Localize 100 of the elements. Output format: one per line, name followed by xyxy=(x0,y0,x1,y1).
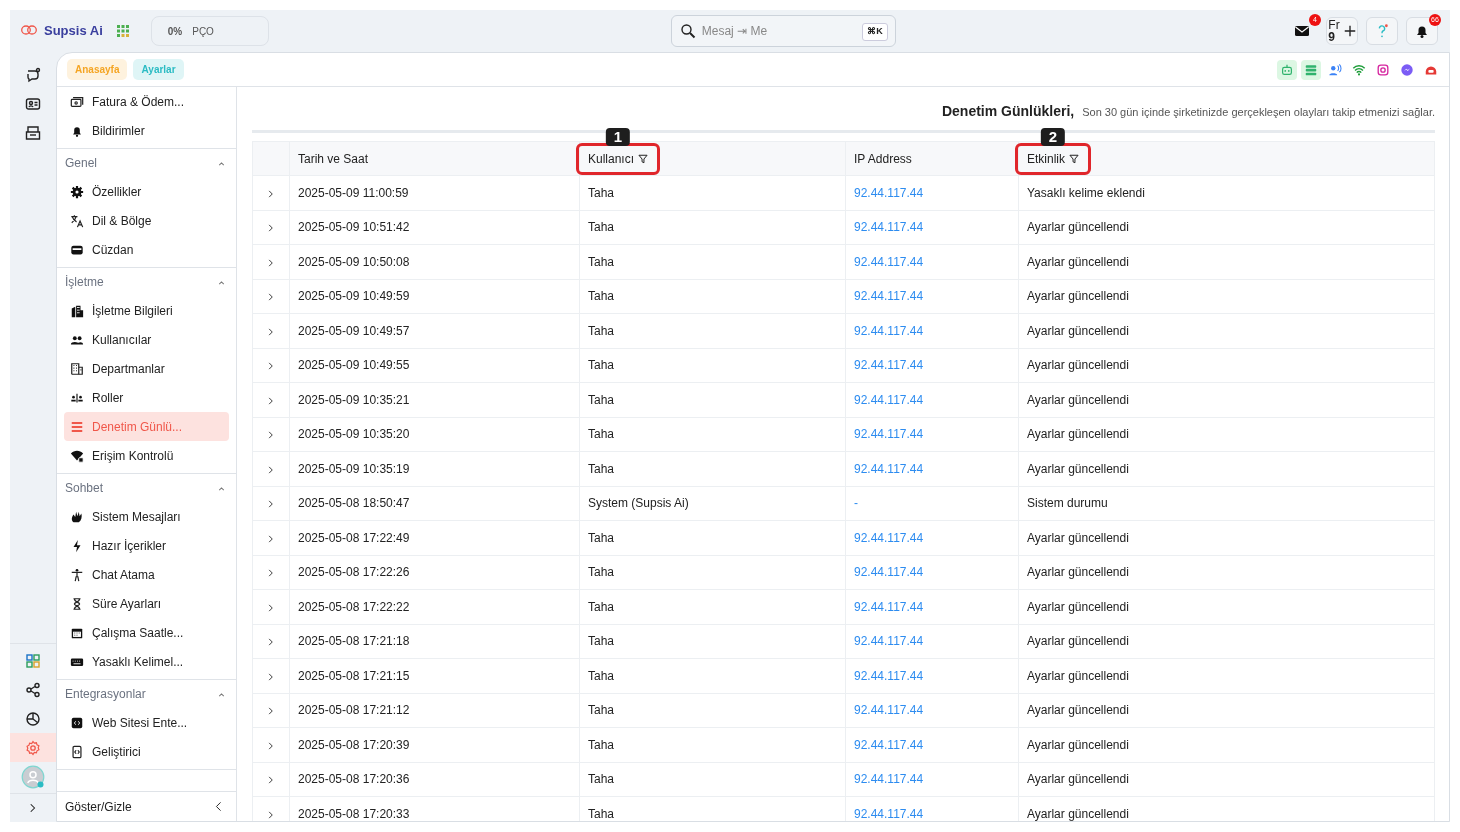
expand-row-icon[interactable] xyxy=(266,740,276,751)
ip-link[interactable]: 92.44.117.44 xyxy=(854,392,924,407)
table-cell: Ayarlar güncellendi xyxy=(1027,772,1129,787)
expand-row-icon[interactable] xyxy=(266,637,276,648)
ip-link[interactable]: 92.44.117.44 xyxy=(854,323,924,338)
ip-link[interactable]: 92.44.117.44 xyxy=(854,703,924,718)
sidebar-item[interactable]: Departmanlar xyxy=(64,354,229,383)
ip-link[interactable]: 92.44.117.44 xyxy=(854,185,924,200)
expand-row-icon[interactable] xyxy=(266,706,276,717)
channel-button[interactable] xyxy=(1301,59,1321,80)
sidebar-item[interactable]: Dil & Bölge xyxy=(64,206,229,235)
dashboard-icon[interactable] xyxy=(25,652,41,669)
expand-row-icon[interactable] xyxy=(266,464,276,475)
expand-row-icon[interactable] xyxy=(266,809,276,820)
contact-card-icon[interactable] xyxy=(25,95,41,112)
table-cell: Taha xyxy=(588,772,615,787)
language-code: Fr xyxy=(1328,19,1340,31)
table-cell: Taha xyxy=(588,530,615,545)
filter-icon[interactable] xyxy=(1069,153,1079,164)
sidebar-item[interactable]: Süre Ayarları xyxy=(64,589,229,618)
sidebar-item[interactable]: Çalışma Saatle... xyxy=(64,618,229,647)
collapse-sidebar-icon[interactable] xyxy=(213,801,224,812)
expand-row-icon[interactable] xyxy=(266,361,276,372)
settings-icon[interactable] xyxy=(25,739,41,756)
sidebar-item[interactable]: Özellikler xyxy=(64,177,229,206)
expand-row-icon[interactable] xyxy=(266,257,276,268)
wifi-icon xyxy=(1352,62,1366,77)
code-window-icon xyxy=(70,715,84,730)
sidebar-item[interactable]: Erişim Kontrolü xyxy=(64,441,229,470)
table-cell: Ayarlar güncellendi xyxy=(1027,392,1129,407)
sidebar-item[interactable]: Bildirimler xyxy=(64,116,229,145)
inbox-icon[interactable] xyxy=(25,124,41,141)
ip-link[interactable]: 92.44.117.44 xyxy=(854,772,924,787)
ip-link[interactable]: 92.44.117.44 xyxy=(854,427,924,442)
table-cell: Sistem durumu xyxy=(1027,496,1108,511)
brand-name: Supsis Ai xyxy=(44,22,103,41)
breadcrumb-tab[interactable]: Ayarlar xyxy=(133,59,184,80)
ip-link[interactable]: - xyxy=(854,496,858,511)
ip-link[interactable]: 92.44.117.44 xyxy=(854,358,924,373)
table-cell: 2025-05-09 10:49:59 xyxy=(298,289,410,304)
page-subtitle: Son 30 gün içinde şirketinizde gerçekleşen olayları takip etmenizi sağlar. xyxy=(1082,105,1435,120)
messenger-icon xyxy=(1400,62,1414,77)
table-cell: Ayarlar güncellendi xyxy=(1027,806,1129,821)
sidebar-item[interactable]: Yasaklı Kelimel... xyxy=(64,647,229,676)
expand-row-icon[interactable] xyxy=(266,188,276,199)
sidebar-item[interactable]: Chat Atama xyxy=(64,560,229,589)
sidebar-item[interactable]: Roller xyxy=(64,383,229,412)
table-cell: 2025-05-08 17:21:15 xyxy=(298,668,410,683)
table-cell: Taha xyxy=(588,289,615,304)
sidebar-item[interactable]: Fatura & Ödem... xyxy=(64,87,229,116)
expand-row-icon[interactable] xyxy=(266,430,276,441)
plus-icon xyxy=(1343,25,1356,37)
ip-link[interactable]: 92.44.117.44 xyxy=(854,461,924,476)
table-cell: Taha xyxy=(588,185,615,200)
language-button[interactable]: Fr 9 xyxy=(1326,17,1358,45)
sidebar-item[interactable]: Sistem Mesajları xyxy=(64,502,229,531)
sidebar-item[interactable]: Cüzdan xyxy=(64,235,229,264)
ip-link[interactable]: 92.44.117.44 xyxy=(854,565,924,580)
expand-row-icon[interactable] xyxy=(266,223,276,234)
sidebar-item[interactable]: Geliştirici xyxy=(64,737,229,766)
expand-row-icon[interactable] xyxy=(266,602,276,613)
ip-link[interactable]: 92.44.117.44 xyxy=(854,530,924,545)
sidebar-item[interactable]: Web Sitesi Ente... xyxy=(64,708,229,737)
ip-link[interactable]: 92.44.117.44 xyxy=(854,737,924,752)
chat-icon[interactable] xyxy=(25,66,41,83)
status-label: PÇO xyxy=(192,24,214,39)
callout-number: 1 xyxy=(605,127,631,146)
ip-link[interactable]: 92.44.117.44 xyxy=(854,668,924,683)
filter-icon[interactable] xyxy=(638,153,649,164)
ip-link[interactable]: 92.44.117.44 xyxy=(854,220,924,235)
sidebar-item[interactable]: Kullanıcılar xyxy=(64,325,229,354)
expand-row-icon[interactable] xyxy=(266,775,276,786)
ip-link[interactable]: 92.44.117.44 xyxy=(854,599,924,614)
expand-row-icon[interactable] xyxy=(266,292,276,303)
table-cell: Taha xyxy=(588,323,615,338)
expand-row-icon[interactable] xyxy=(266,395,276,406)
expand-row-icon[interactable] xyxy=(266,499,276,510)
expand-row-icon[interactable] xyxy=(266,533,276,544)
ip-link[interactable]: 92.44.117.44 xyxy=(854,254,924,269)
table-cell: Taha xyxy=(588,427,615,442)
expand-row-icon[interactable] xyxy=(266,326,276,337)
expand-row-icon[interactable] xyxy=(266,568,276,579)
section-title: Sohbet xyxy=(65,480,104,497)
sidebar-item[interactable]: İşletme Bilgileri xyxy=(64,296,229,325)
language-number: 9 xyxy=(1328,31,1336,43)
table-cell: 2025-05-08 17:21:12 xyxy=(298,703,410,718)
table-cell: Ayarlar güncellendi xyxy=(1027,565,1129,580)
table-cell: 2025-05-09 10:35:21 xyxy=(298,392,410,407)
table-cell: Taha xyxy=(588,668,615,683)
pie-chart-icon[interactable] xyxy=(25,710,41,727)
sidebar-item[interactable]: Denetim Günlü... xyxy=(64,412,229,441)
breadcrumb-tab[interactable]: Anasayfa xyxy=(67,59,128,80)
ip-link[interactable]: 92.44.117.44 xyxy=(854,634,924,649)
sidebar-item[interactable]: Hazır İçerikler xyxy=(64,531,229,560)
channel-button[interactable] xyxy=(1277,59,1297,80)
page-title: Denetim Günlükleri, xyxy=(941,102,1075,121)
table-cell: Ayarlar güncellendi xyxy=(1027,737,1129,752)
ip-link[interactable]: 92.44.117.44 xyxy=(854,289,924,304)
share-icon[interactable] xyxy=(25,681,41,698)
expand-row-icon[interactable] xyxy=(266,671,276,682)
